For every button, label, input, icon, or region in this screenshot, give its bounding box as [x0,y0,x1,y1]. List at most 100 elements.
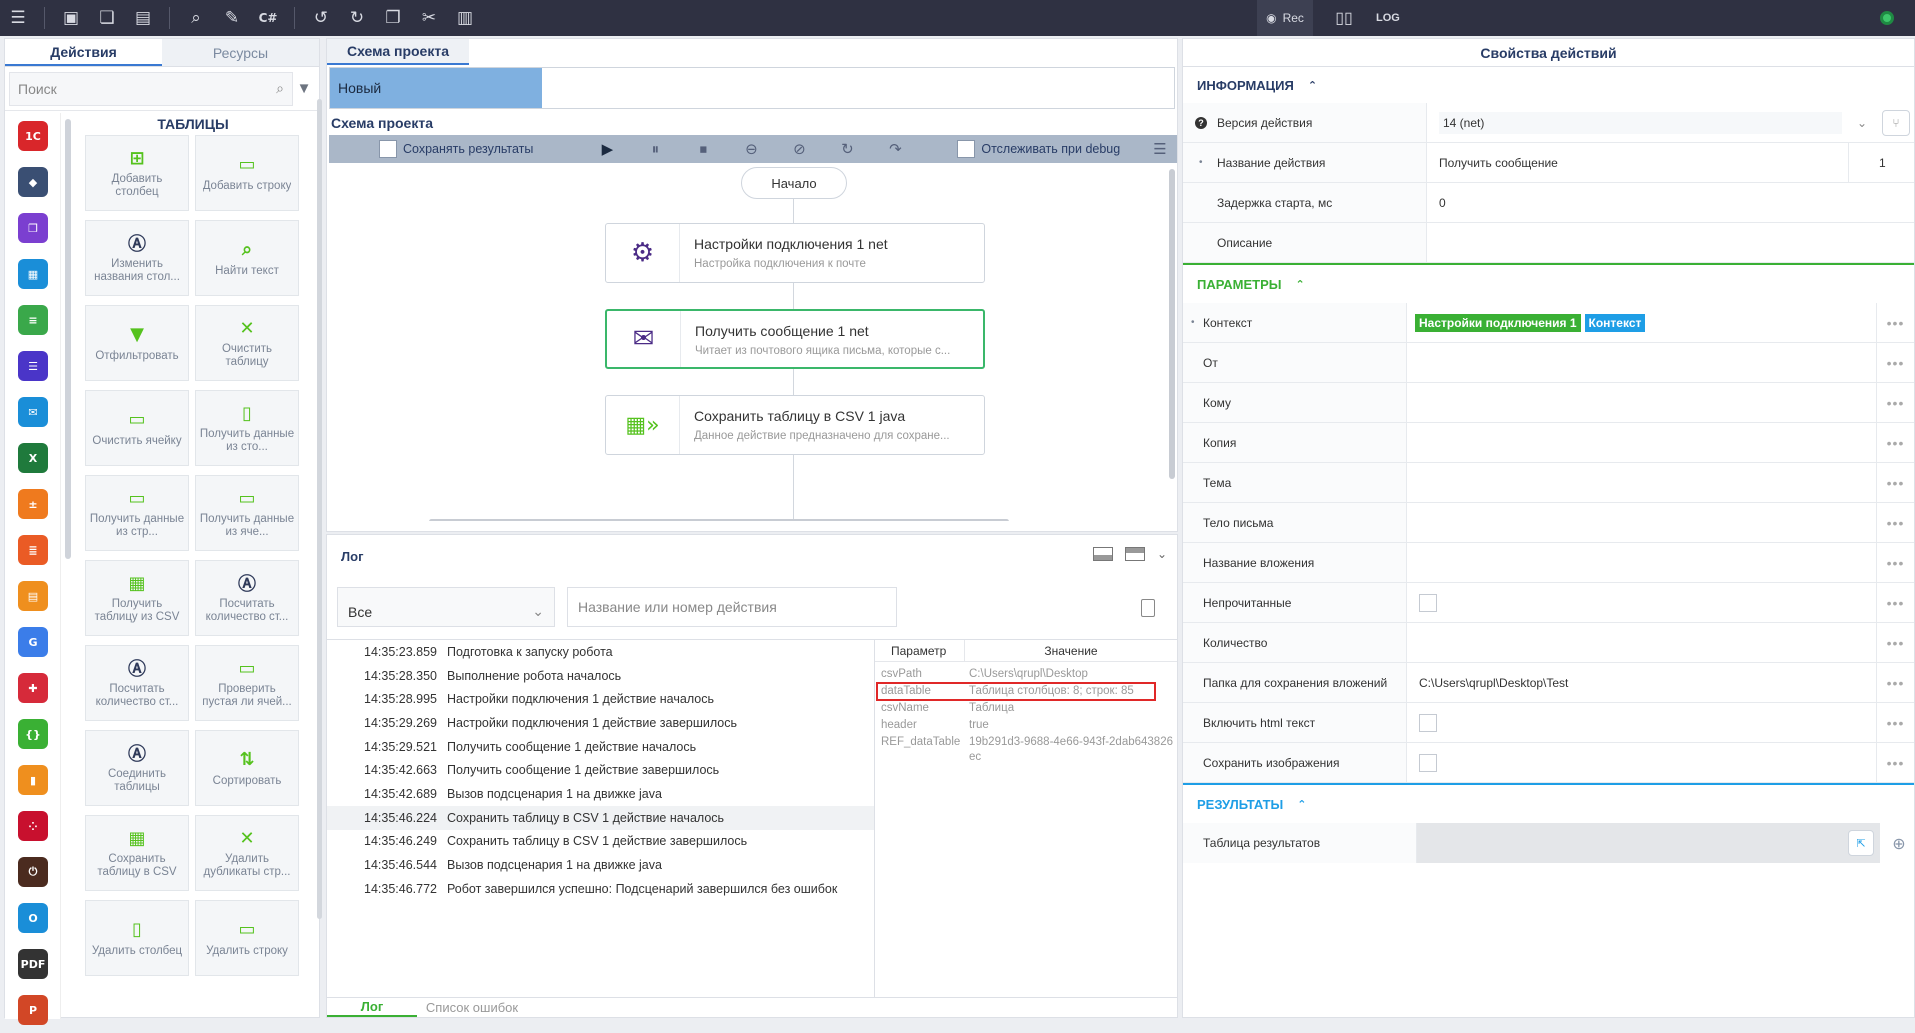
menu-icon[interactable]: ☰ [0,0,36,36]
schema-canvas[interactable]: Начало ⚙ Настройки подключения 1 net Нас… [329,163,1167,521]
action-card[interactable]: ▭ Проверить пустая ли ячей... [195,645,299,721]
1c-icon[interactable]: 1С [5,113,61,159]
property-checkbox-cell[interactable] [1407,583,1876,622]
save-as-icon[interactable]: ❏ [89,0,125,36]
edit-icon[interactable]: ✎ [214,0,250,36]
action-card[interactable]: ⌕ Найти текст [195,220,299,296]
log-filter-select[interactable]: Все ⌄ [337,587,555,627]
log-button[interactable]: LOG [1376,0,1400,36]
params-section-header[interactable]: ПАРАМЕТРЫ ⌃ [1183,263,1914,303]
action-name-input[interactable]: Получить сообщение 1 [1427,143,1914,182]
flow-node-save-csv[interactable]: ▦» Сохранить таблицу в CSV 1 java Данное… [605,395,985,455]
param-row[interactable]: csvName Таблица [875,700,1177,717]
tab-project-schema[interactable]: Схема проекта [327,39,469,65]
property-input[interactable]: C:\Users\qrupl\Desktop\Test [1407,663,1876,702]
document-icon[interactable]: ≣ [5,527,61,573]
search-icon[interactable]: ⌕ [178,0,214,36]
csharp-button[interactable]: C# [250,0,286,36]
action-card[interactable]: ▭ Получить данные из яче... [195,475,299,551]
log-row[interactable]: 14:35:28.995 Настройки подключения 1 дейс… [327,687,874,711]
cancel-icon[interactable]: ⊘ [775,140,823,158]
calculator-icon[interactable]: ± [5,481,61,527]
log-row[interactable]: 14:35:46.249 Сохранить таблицу в CSV 1 де… [327,830,874,854]
context-tag-field[interactable]: Контекст [1584,313,1646,332]
version-select[interactable]: 14 (net) ⌄ ⑂ [1427,103,1914,142]
step-over-icon[interactable]: ↷ [871,140,919,158]
property-checkbox-cell[interactable] [1407,703,1876,742]
action-card[interactable]: ▦ Получить таблицу из CSV [85,560,189,636]
log-row[interactable]: 14:35:29.269 Настройки подключения 1 дейс… [327,711,874,735]
action-card[interactable]: ⊞ Добавить столбец [85,135,189,211]
office-icon[interactable]: ▮ [5,757,61,803]
filter-icon[interactable]: ▼ [293,80,315,97]
chevron-down-icon[interactable]: ⌄ [1157,547,1167,561]
context-input[interactable]: Настройки подключения 1 Контекст [1407,303,1876,342]
canvas-vertical-scrollbar[interactable] [1169,169,1175,479]
action-card[interactable]: ▦ Сохранить таблицу в CSV [85,815,189,891]
property-checkbox[interactable] [1419,753,1437,772]
more-options-icon[interactable]: ••• [1876,383,1914,422]
log-row[interactable]: 14:35:46.224 Сохранить таблицу в CSV 1 де… [327,805,874,830]
play-icon[interactable]: ▶ [583,140,631,158]
action-card[interactable]: ▭ Получить данные из стр... [85,475,189,551]
copy-icon[interactable]: ❐ [5,205,61,251]
book-icon[interactable]: ▯▯ [1332,0,1356,36]
action-card[interactable]: ▭ Добавить строку [195,135,299,211]
property-input[interactable] [1407,383,1876,422]
action-card[interactable]: Ⓐ Изменить названия стол... [85,220,189,296]
info-section-header[interactable]: ИНФОРМАЦИЯ ⌃ [1183,67,1914,103]
paste-icon[interactable]: ▥ [447,0,483,36]
log-row[interactable]: 14:35:46.544 Вызов подсценария 1 на движк… [327,853,874,877]
more-options-icon[interactable]: ••• [1876,423,1914,462]
json-icon[interactable]: {} [5,711,61,757]
tab-actions[interactable]: Действия [5,39,162,66]
action-card[interactable]: ▯ Удалить столбец [85,900,189,976]
log-search-input[interactable]: Название или номер действия [567,587,897,627]
pdf-icon[interactable]: PDF [5,941,61,987]
undo-icon[interactable]: ↺ [303,0,339,36]
action-card[interactable]: ▯ Получить данные из сто... [195,390,299,466]
copy-icon[interactable] [1141,599,1155,617]
action-card[interactable]: ⇅ Сортировать [195,730,299,806]
google-icon[interactable]: G [5,619,61,665]
log-row[interactable]: 14:35:42.689 Вызов подсценария 1 на движк… [327,782,874,806]
mail-icon[interactable]: ✉ [5,389,61,435]
save-results-checkbox[interactable] [379,140,397,158]
search-input[interactable]: Поиск ⌕ [9,71,293,106]
more-options-icon[interactable]: ••• [1876,343,1914,382]
puzzle-icon[interactable]: ✚ [5,665,61,711]
clipboard-icon[interactable]: ▤ [5,573,61,619]
results-section-header[interactable]: РЕЗУЛЬТАТЫ ⌃ [1183,783,1914,823]
more-options-icon[interactable]: ••• [1876,543,1914,582]
log-row[interactable]: 14:35:23.859 Подготовка к запуску робота [327,640,874,664]
powerpoint-icon[interactable]: P [5,987,61,1033]
log-row[interactable]: 14:35:42.663 Получить сообщение 1 действи… [327,758,874,782]
param-row[interactable]: csvPath C:\Users\qrupl\Desktop [875,666,1177,683]
action-card[interactable]: Ⓐ Соединить таблицы [85,730,189,806]
redo-icon[interactable]: ↻ [339,0,375,36]
open-icon[interactable]: ⇱ [1848,830,1874,856]
actions-scrollbar[interactable] [317,99,322,919]
pause-icon[interactable]: ⏸ [631,140,679,158]
action-card[interactable]: Ⓐ Посчитать количество ст... [85,645,189,721]
category-scrollbar[interactable] [65,119,71,559]
more-options-icon[interactable]: ••• [1876,583,1914,622]
outlook-icon[interactable]: O [5,895,61,941]
cut-icon[interactable]: ✂ [411,0,447,36]
log-row[interactable]: 14:35:29.521 Получить сообщение 1 действи… [327,735,874,759]
more-options-icon[interactable]: ••• [1876,303,1914,342]
track-debug-checkbox[interactable] [957,140,976,158]
more-options-icon[interactable]: ••• [1876,463,1914,502]
calendar-icon[interactable]: ▦ [5,251,61,297]
property-input[interactable] [1407,503,1876,542]
record-button[interactable]: ◉ Rec [1257,0,1313,36]
power-icon[interactable]: ⏻ [5,849,61,895]
property-checkbox[interactable] [1419,713,1437,732]
branch-icon[interactable]: ⑂ [1882,109,1910,136]
flow-node-get-message[interactable]: ✉ Получить сообщение 1 net Читает из поч… [605,309,985,369]
description-input[interactable] [1427,223,1914,262]
property-input[interactable] [1407,543,1876,582]
action-card[interactable]: Ⓐ Посчитать количество ст... [195,560,299,636]
property-input[interactable] [1407,343,1876,382]
more-options-icon[interactable]: ••• [1876,623,1914,662]
